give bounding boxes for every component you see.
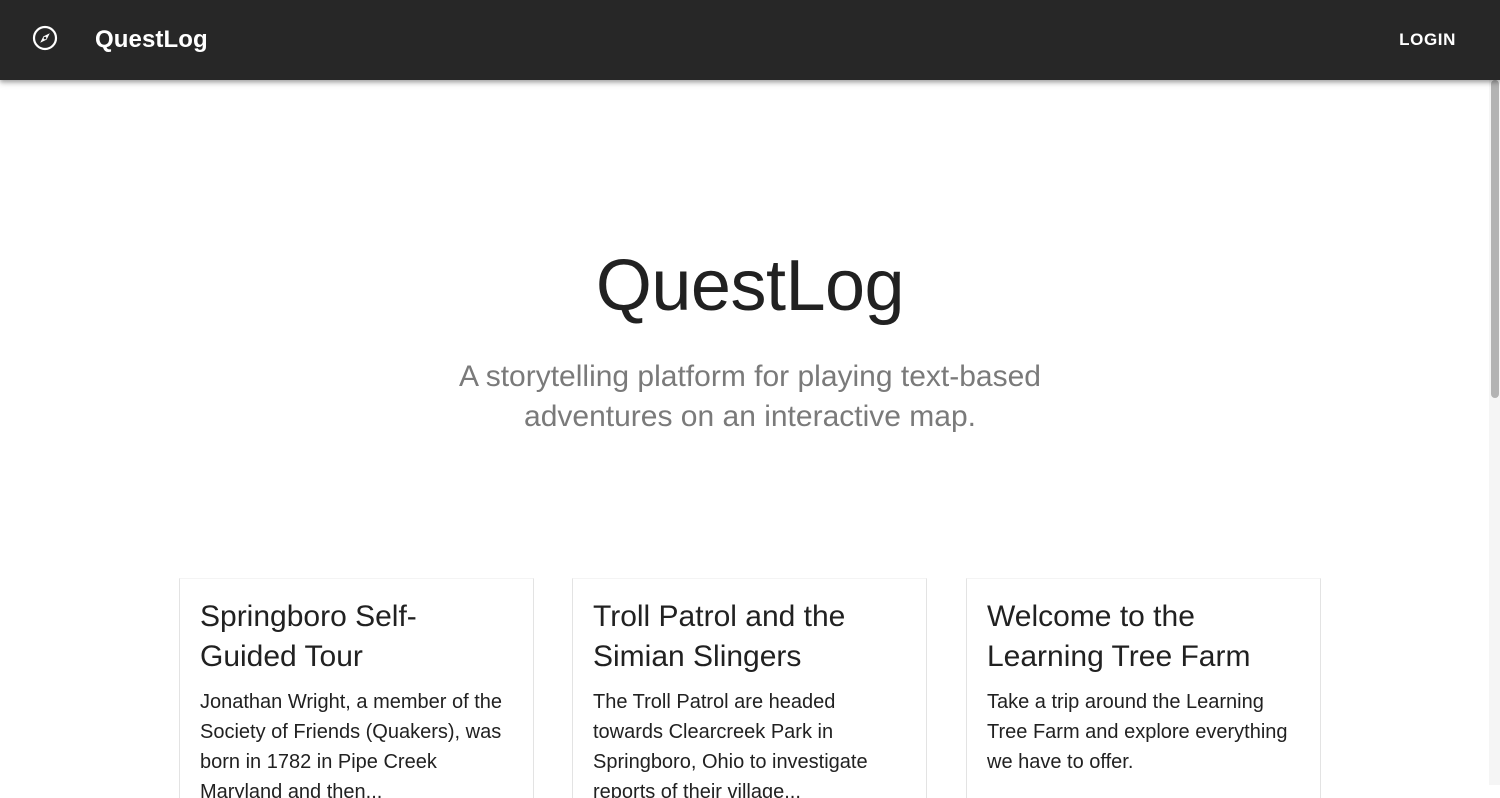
- card-description: Jonathan Wright, a member of the Society…: [200, 691, 503, 798]
- compass-icon: [32, 25, 58, 56]
- card-title: Springboro Self-Guided Tour: [200, 600, 417, 673]
- story-card-troll-patrol[interactable]: Troll Patrol and the Simian Slingers The…: [572, 578, 927, 798]
- card-description: The Troll Patrol are headed towards Clea…: [593, 691, 868, 798]
- hero-title: QuestLog: [595, 246, 905, 326]
- brand-title[interactable]: QuestLog: [95, 26, 208, 54]
- story-card-learning-tree[interactable]: Welcome to the Learning Tree Farm Take a…: [966, 578, 1321, 798]
- card-title: Welcome to the Learning Tree Farm: [987, 600, 1251, 673]
- scrollbar-thumb[interactable]: [1491, 80, 1499, 398]
- card-description: Take a trip around the Learning Tree Far…: [987, 691, 1288, 773]
- compass-button[interactable]: [21, 16, 69, 64]
- story-card-springboro[interactable]: Springboro Self-Guided Tour Jonathan Wri…: [179, 578, 534, 798]
- card-title: Troll Patrol and the Simian Slingers: [593, 600, 846, 673]
- hero-subtitle: A storytelling platform for playing text…: [459, 360, 1041, 433]
- scrollbar[interactable]: [1489, 80, 1500, 785]
- app-bar: QuestLog LOGIN: [0, 0, 1500, 80]
- login-button[interactable]: LOGIN: [1387, 22, 1468, 58]
